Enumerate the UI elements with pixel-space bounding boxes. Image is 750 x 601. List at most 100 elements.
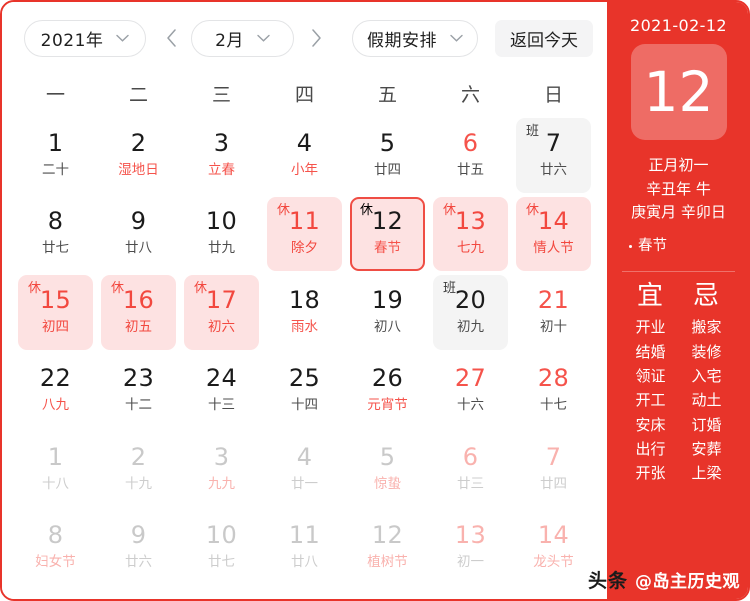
calendar-day-cell[interactable]: 26 元宵节: [350, 354, 425, 429]
rest-badge: 休: [526, 202, 540, 218]
day-number: 2: [130, 442, 147, 471]
year-select[interactable]: 2021年: [24, 19, 146, 57]
ji-item: 订婚: [691, 415, 722, 434]
calendar-day-cell[interactable]: 27 十六: [433, 354, 508, 429]
calendar-day-cell[interactable]: 6 廿三: [433, 432, 508, 507]
calendar-day-cell[interactable]: 休 17 初六: [184, 275, 259, 350]
selected-day-box: 12: [630, 44, 727, 140]
calendar-day-cell[interactable]: 8 妇女节: [18, 511, 93, 586]
weekday-label: 五: [377, 83, 397, 106]
day-lunar-label: 十四: [291, 397, 318, 414]
calendar-day-cell[interactable]: 8 廿七: [18, 197, 93, 272]
calendar-day-cell[interactable]: 22 八九: [18, 354, 93, 429]
month-select[interactable]: 2月: [191, 19, 294, 57]
calendar-day-cell[interactable]: 休 16 初五: [101, 275, 176, 350]
calendar-day-cell[interactable]: 1 十八: [18, 432, 93, 507]
calendar-day-cell[interactable]: 9 廿八: [101, 197, 176, 272]
day-lunar-label: 廿六: [125, 554, 152, 571]
day-lunar-label: 廿六: [540, 161, 567, 178]
calendar-day-cell[interactable]: 4 小年: [267, 118, 342, 193]
day-number: 26: [371, 364, 404, 393]
day-number: 5: [379, 442, 396, 471]
day-lunar-label: 七九: [457, 240, 484, 257]
day-number: 13: [454, 207, 487, 236]
calendar-day-cell[interactable]: 18 雨水: [267, 275, 342, 350]
calendar-day-cell[interactable]: 5 惊蛰: [350, 432, 425, 507]
day-number: 18: [288, 285, 321, 314]
calendar-day-cell[interactable]: 28 十七: [516, 354, 591, 429]
calendar-day-cell[interactable]: 25 十四: [267, 354, 342, 429]
calendar-day-cell[interactable]: 1 二十: [18, 118, 93, 193]
year-select-label: 2021年: [40, 30, 104, 51]
calendar-day-cell[interactable]: 10 廿九: [184, 197, 259, 272]
weekday-label: 三: [211, 83, 231, 106]
day-lunar-label: 春节: [374, 240, 401, 257]
calendar-day-cell[interactable]: 休 13 七九: [433, 196, 508, 271]
day-detail-sidebar: 2021-02-12 12 正月初一 辛丑年 牛 庚寅月 辛卯日 春节 宜 开业…: [607, 2, 748, 599]
calendar-day-cell[interactable]: 11 廿八: [267, 511, 342, 586]
calendar-day-cell[interactable]: 班 7 廿六: [516, 118, 591, 193]
yi-item: 安床: [635, 415, 666, 434]
weekday-label: 四: [294, 83, 314, 106]
day-number: 15: [39, 285, 72, 314]
calendar-day-cell[interactable]: 5 廿四: [350, 118, 425, 193]
calendar-day-cell[interactable]: 休 12 春节: [350, 196, 425, 271]
calendar-day-cell[interactable]: 3 立春: [184, 118, 259, 193]
calendar-day-cell[interactable]: 12 植树节: [350, 511, 425, 586]
day-number: 5: [379, 128, 396, 157]
day-lunar-label: 雨水: [291, 318, 318, 335]
day-number: 11: [288, 521, 321, 550]
rest-badge: 休: [360, 202, 374, 218]
calendar-day-cell[interactable]: 2 湿地日: [101, 118, 176, 193]
calendar-pane: 2021年 2月 假期安排 返回今天 一 二 三 四 五 六 日 1 二十 2 …: [2, 2, 607, 599]
calendar-day-cell[interactable]: 4 廿一: [267, 432, 342, 507]
calendar-day-cell[interactable]: 3 九九: [184, 432, 259, 507]
day-lunar-label: 十三: [208, 397, 235, 414]
calendar-day-cell[interactable]: 23 十二: [101, 354, 176, 429]
holiday-schedule-select[interactable]: 假期安排: [352, 19, 478, 57]
yi-item: 结婚: [635, 342, 666, 361]
day-lunar-label: 廿四: [374, 161, 401, 178]
calendar-day-cell[interactable]: 21 初十: [516, 275, 591, 350]
day-number: 6: [462, 128, 479, 157]
day-lunar-label: 九九: [208, 475, 235, 492]
ji-item: 上梁: [691, 464, 722, 483]
day-number: 8: [47, 207, 64, 236]
lunar-date: 正月初一: [648, 156, 709, 174]
day-lunar-label: 十二: [125, 397, 152, 414]
day-number: 9: [130, 207, 147, 236]
back-to-today-button[interactable]: 返回今天: [495, 19, 593, 57]
day-number: 25: [288, 364, 321, 393]
ji-item: 安葬: [691, 439, 722, 458]
weekday-label: 一: [45, 83, 65, 106]
calendar-day-cell[interactable]: 14 龙头节: [516, 511, 591, 586]
day-number: 14: [537, 207, 570, 236]
calendar-day-cell[interactable]: 9 廿六: [101, 511, 176, 586]
calendar-day-cell[interactable]: 休 14 情人节: [516, 196, 591, 271]
day-number: 9: [130, 521, 147, 550]
day-lunar-label: 湿地日: [118, 161, 159, 178]
day-number: 7: [545, 442, 562, 471]
day-lunar-label: 十七: [540, 397, 567, 414]
calendar-day-cell[interactable]: 10 廿七: [184, 511, 259, 586]
calendar-app: 2021年 2月 假期安排 返回今天 一 二 三 四 五 六 日 1 二十 2 …: [0, 0, 750, 601]
ji-item: 动土: [691, 391, 722, 410]
calendar-day-cell[interactable]: 2 十九: [101, 432, 176, 507]
day-number: 22: [39, 364, 72, 393]
calendar-day-cell[interactable]: 19 初八: [350, 275, 425, 350]
day-number: 10: [205, 207, 238, 236]
ji-column: 忌 搬家 装修 入宅 动土 订婚 安葬 上梁: [692, 280, 722, 486]
calendar-day-cell[interactable]: 24 十三: [184, 354, 259, 429]
next-month-button[interactable]: [298, 18, 334, 58]
day-number: 8: [47, 521, 64, 550]
day-lunar-label: 廿九: [208, 240, 235, 257]
calendar-day-cell[interactable]: 休 15 初四: [18, 275, 93, 350]
chevron-down-icon: [450, 34, 463, 42]
calendar-day-cell[interactable]: 休 11 除夕: [267, 196, 342, 271]
prev-month-button[interactable]: [153, 18, 189, 58]
calendar-day-cell[interactable]: 7 廿四: [516, 432, 591, 507]
calendar-day-cell[interactable]: 班 20 初九: [433, 275, 508, 350]
calendar-day-cell[interactable]: 13 初一: [433, 511, 508, 586]
calendar-day-cell[interactable]: 6 廿五: [433, 118, 508, 193]
day-number: 20: [454, 285, 487, 314]
